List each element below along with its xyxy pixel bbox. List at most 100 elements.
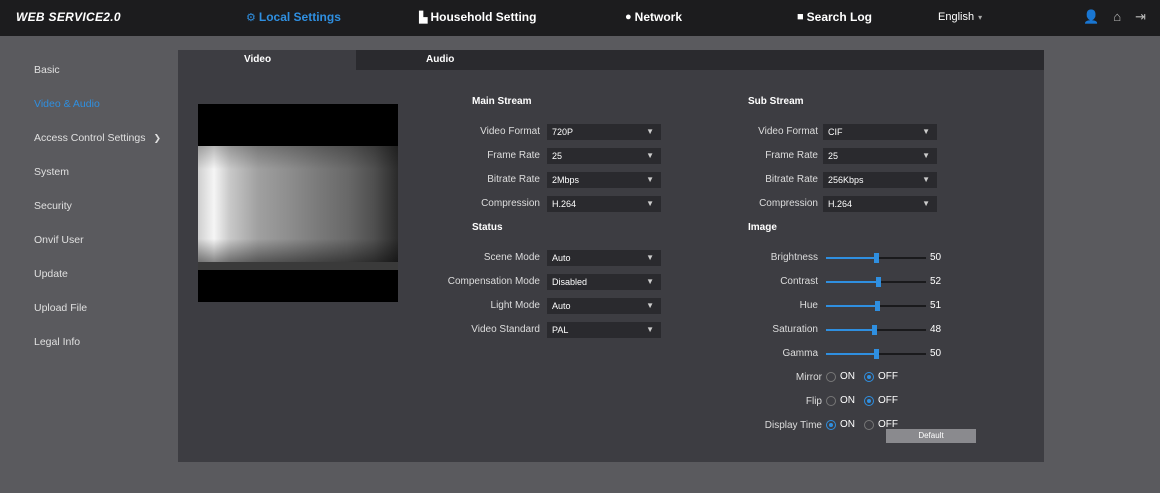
app-logo: WEB SERVICE2.0 xyxy=(16,10,121,24)
building-icon: ▙ xyxy=(419,11,428,24)
sub-video-format-select[interactable]: CIF ▼ xyxy=(823,124,937,140)
flip-off-radio[interactable]: OFF xyxy=(864,395,898,406)
mirror-on-radio[interactable]: ON xyxy=(826,371,855,382)
slider-fill xyxy=(826,281,878,283)
contrast-slider[interactable] xyxy=(826,274,926,290)
sub-stream-title: Sub Stream xyxy=(748,96,804,107)
slider-fill xyxy=(826,353,876,355)
slider-thumb[interactable] xyxy=(876,277,881,287)
language-value: English xyxy=(938,11,975,23)
sub-compression-label: Compression xyxy=(759,198,818,209)
hue-label: Hue xyxy=(799,300,818,311)
slider-thumb[interactable] xyxy=(875,301,880,311)
radio-label: OFF xyxy=(878,371,898,382)
saturation-slider[interactable] xyxy=(826,322,926,338)
gamma-slider[interactable] xyxy=(826,346,926,362)
radio-dot xyxy=(826,371,836,382)
slider-thumb[interactable] xyxy=(874,349,879,359)
main-video-format-select[interactable]: 720P ▼ xyxy=(547,124,661,140)
sidebar-item-access-control[interactable]: Access Control Settings ❯ xyxy=(34,132,161,144)
sub-compression-select[interactable]: H.264 ▼ xyxy=(823,196,937,212)
nav-label: Search Log xyxy=(806,10,873,24)
tab-audio[interactable]: Audio xyxy=(426,50,454,70)
nav-search-log[interactable]: ■ Search Log xyxy=(797,10,872,24)
slider-fill xyxy=(826,257,876,259)
sub-frame-rate-select[interactable]: 25 ▼ xyxy=(823,148,937,164)
video-standard-label: Video Standard xyxy=(471,324,540,335)
hue-slider[interactable] xyxy=(826,298,926,314)
sub-bitrate-label: Bitrate Rate xyxy=(765,174,818,185)
sidebar-item-update[interactable]: Update xyxy=(34,268,68,280)
main-bitrate-select[interactable]: 2Mbps ▼ xyxy=(547,172,661,188)
light-mode-label: Light Mode xyxy=(490,300,540,311)
sidebar-item-legal-info[interactable]: Legal Info xyxy=(34,336,80,348)
gear-icon: ⚙ xyxy=(246,11,256,24)
sidebar-item-video-audio[interactable]: Video & Audio xyxy=(34,98,100,110)
select-value: PAL xyxy=(552,325,569,335)
radio-dot xyxy=(826,419,836,430)
saturation-value: 48 xyxy=(930,324,942,335)
radio-label: OFF xyxy=(878,395,898,406)
radio-dot xyxy=(864,419,874,430)
tab-bar: Video Audio xyxy=(178,50,1044,70)
nav-local-settings[interactable]: ⚙ Local Settings xyxy=(246,10,341,24)
top-icons: 👤 ⌂ ⇥ xyxy=(1083,9,1146,25)
chevron-down-icon: ▼ xyxy=(922,151,930,160)
logout-icon[interactable]: ⇥ xyxy=(1135,9,1146,25)
sidebar: Basic Video & Audio Access Control Setti… xyxy=(0,36,176,493)
status-title: Status xyxy=(472,222,503,233)
radio-label: ON xyxy=(840,371,855,382)
default-button[interactable]: Default xyxy=(886,429,976,443)
main-frame-rate-select[interactable]: 25 ▼ xyxy=(547,148,661,164)
video-standard-select[interactable]: PAL ▼ xyxy=(547,322,661,338)
chevron-down-icon: ▼ xyxy=(646,199,654,208)
sidebar-item-security[interactable]: Security xyxy=(34,200,72,212)
nav-label: Local Settings xyxy=(258,10,341,24)
sub-video-format-label: Video Format xyxy=(758,126,818,137)
sidebar-item-basic[interactable]: Basic xyxy=(34,64,60,76)
select-value: 25 xyxy=(828,151,839,161)
nav-household-setting[interactable]: ▙ Household Setting xyxy=(419,10,536,24)
nav-network[interactable]: ● Network xyxy=(625,10,682,24)
display-time-on-radio[interactable]: ON xyxy=(826,419,855,430)
gamma-value: 50 xyxy=(930,348,942,359)
brightness-slider[interactable] xyxy=(826,250,926,266)
select-value: Disabled xyxy=(552,277,588,287)
slider-fill xyxy=(826,329,874,331)
tab-video[interactable]: Video xyxy=(178,50,356,70)
chevron-down-icon: ▼ xyxy=(646,253,654,262)
user-icon[interactable]: 👤 xyxy=(1083,9,1099,25)
sidebar-item-onvif-user[interactable]: Onvif User xyxy=(34,234,84,246)
language-select[interactable]: English ▾ xyxy=(938,11,982,23)
chevron-down-icon: ▼ xyxy=(646,301,654,310)
select-value: H.264 xyxy=(828,199,853,209)
select-value: 256Kbps xyxy=(828,175,864,185)
mirror-off-radio[interactable]: OFF xyxy=(864,371,898,382)
main-video-format-label: Video Format xyxy=(480,126,540,137)
slider-thumb[interactable] xyxy=(872,325,877,335)
saturation-label: Saturation xyxy=(772,324,818,335)
sub-bitrate-select[interactable]: 256Kbps ▼ xyxy=(823,172,937,188)
radio-dot xyxy=(864,395,874,406)
globe-icon: ● xyxy=(625,11,632,23)
slider-fill xyxy=(826,305,877,307)
home-icon[interactable]: ⌂ xyxy=(1113,9,1121,25)
flip-on-radio[interactable]: ON xyxy=(826,395,855,406)
scene-mode-select[interactable]: Auto ▼ xyxy=(547,250,661,266)
main-compression-label: Compression xyxy=(481,198,540,209)
preview-strip xyxy=(198,262,398,270)
radio-dot xyxy=(864,371,874,382)
radio-label: ON xyxy=(840,395,855,406)
main-compression-select[interactable]: H.264 ▼ xyxy=(547,196,661,212)
radio-dot xyxy=(826,395,836,406)
slider-thumb[interactable] xyxy=(874,253,879,263)
select-value: 2Mbps xyxy=(552,175,580,185)
chevron-down-icon: ▼ xyxy=(922,199,930,208)
video-preview xyxy=(198,104,398,302)
chevron-down-icon: ▾ xyxy=(978,13,983,22)
sidebar-item-system[interactable]: System xyxy=(34,166,69,178)
flip-label: Flip xyxy=(805,396,822,407)
light-mode-select[interactable]: Auto ▼ xyxy=(547,298,661,314)
compensation-mode-select[interactable]: Disabled ▼ xyxy=(547,274,661,290)
sidebar-item-upload-file[interactable]: Upload File xyxy=(34,302,87,314)
